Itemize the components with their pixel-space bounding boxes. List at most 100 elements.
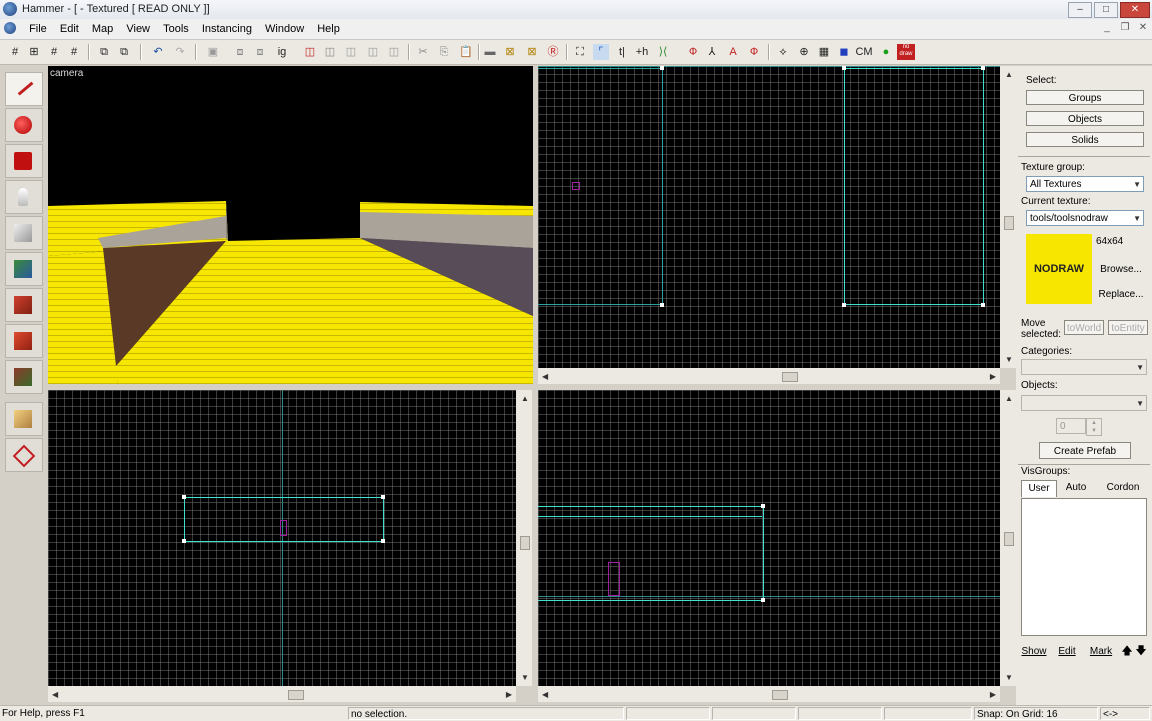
check-problems-icon[interactable]: ⅄ xyxy=(704,44,720,60)
selection-handle[interactable] xyxy=(981,303,985,307)
side-view-hscroll[interactable]: ◀ ▶ xyxy=(538,686,1000,702)
menu-tools[interactable]: Tools xyxy=(158,20,194,35)
clip-icon[interactable]: ⧈ xyxy=(252,44,268,60)
camera-viewport[interactable]: camera xyxy=(48,66,533,384)
scroll-up-icon[interactable]: ▲ xyxy=(1005,394,1013,403)
texture-application-tool[interactable] xyxy=(5,252,43,286)
overlay-tool[interactable] xyxy=(5,360,43,394)
select-by-handle-icon[interactable]: ⌜ xyxy=(593,44,609,60)
move-down-arrow-icon[interactable]: 🡇 xyxy=(1134,644,1148,659)
entity-tool[interactable] xyxy=(5,180,43,214)
toggle-nodraw-icon[interactable]: no draw xyxy=(897,44,915,60)
replace-button[interactable]: Replace... xyxy=(1098,287,1144,302)
scroll-down-icon[interactable]: ▼ xyxy=(1005,355,1013,364)
menu-file[interactable]: File xyxy=(24,20,52,35)
scroll-up-icon[interactable]: ▲ xyxy=(1005,70,1013,79)
selection-handle[interactable] xyxy=(981,66,985,70)
scroll-right-icon[interactable]: ▶ xyxy=(990,690,996,699)
scroll-thumb[interactable] xyxy=(1004,216,1014,230)
scroll-thumb[interactable] xyxy=(1004,532,1014,546)
ignore-groups-icon[interactable]: ig xyxy=(274,44,290,60)
select-solids-button[interactable]: Solids xyxy=(1026,132,1144,147)
toggle-selection-box-icon[interactable]: ⛶ xyxy=(572,44,588,60)
top-view-vscroll[interactable]: ▲ ▼ xyxy=(1000,66,1016,368)
flip-icon[interactable]: ◫ xyxy=(365,44,381,60)
objects-select[interactable]: ▼ xyxy=(1021,395,1147,411)
move-up-arrow-icon[interactable]: 🡅 xyxy=(1120,644,1134,659)
select-objects-button[interactable]: Objects xyxy=(1026,111,1144,126)
texture-scaling-lock-icon[interactable]: ◫ xyxy=(322,44,338,60)
entity-marker[interactable] xyxy=(280,520,287,536)
top-view-hscroll[interactable]: ◀ ▶ xyxy=(538,368,1000,384)
scroll-right-icon[interactable]: ▶ xyxy=(990,372,996,381)
to-world-button[interactable]: toWorld xyxy=(1064,320,1104,335)
texture-preview[interactable]: NODRAW xyxy=(1026,234,1092,304)
align-icon[interactable]: ◫ xyxy=(386,44,402,60)
ungroup-icon[interactable]: ⧉ xyxy=(116,44,132,60)
side-2d-viewport[interactable] xyxy=(538,390,1000,686)
redo-icon[interactable]: ↷ xyxy=(172,44,188,60)
selection-handle[interactable] xyxy=(381,539,385,543)
grid-toggle-icon[interactable]: # xyxy=(7,44,23,60)
menu-map[interactable]: Map xyxy=(87,20,118,35)
magnify-tool[interactable] xyxy=(5,108,43,142)
block-tool[interactable] xyxy=(5,216,43,250)
entity-report-icon[interactable]: Ф xyxy=(685,44,701,60)
rotate-icon[interactable]: ◫ xyxy=(343,44,359,60)
toggle-models-icon[interactable]: ⟡ xyxy=(775,44,791,60)
scroll-down-icon[interactable]: ▼ xyxy=(521,673,529,682)
tab-cordon[interactable]: Cordon xyxy=(1099,480,1147,496)
cordon-icon[interactable]: ⊕ xyxy=(796,44,812,60)
entity-marker[interactable] xyxy=(608,562,620,596)
menu-edit[interactable]: Edit xyxy=(55,20,84,35)
spinner-arrows-icon[interactable]: ▲ ▼ xyxy=(1086,418,1102,436)
vertex-tool[interactable] xyxy=(5,438,43,472)
to-entity-button[interactable]: toEntity xyxy=(1108,320,1148,335)
cm-toggle-icon[interactable]: CM xyxy=(854,44,874,60)
maximize-button[interactable]: □ xyxy=(1094,2,1118,18)
scroll-down-icon[interactable]: ▼ xyxy=(1005,673,1013,682)
selection-tool[interactable] xyxy=(5,72,43,106)
top-2d-viewport[interactable] xyxy=(538,66,1000,368)
group-icon[interactable]: ⧉ xyxy=(96,44,112,60)
paste-icon[interactable]: 📋 xyxy=(458,44,474,60)
radius-culling-icon[interactable]: Ⓡ xyxy=(545,44,561,60)
decal-tool[interactable] xyxy=(5,324,43,358)
camera-tool[interactable] xyxy=(5,144,43,178)
side-view-vscroll[interactable]: ▲ ▼ xyxy=(1000,390,1016,686)
select-groups-button[interactable]: Groups xyxy=(1026,90,1144,105)
tab-user[interactable]: User xyxy=(1021,480,1057,497)
edit-button[interactable]: Edit xyxy=(1054,644,1080,659)
current-texture-select[interactable]: tools/toolsnodraw ▼ xyxy=(1026,210,1144,226)
browse-button[interactable]: Browse... xyxy=(1098,262,1144,277)
toggle-3d-grid-icon[interactable]: t| xyxy=(614,44,630,60)
show-button[interactable]: Show xyxy=(1019,644,1049,659)
selection-handle[interactable] xyxy=(842,303,846,307)
tab-auto[interactable]: Auto xyxy=(1059,480,1093,496)
grid-larger-icon[interactable]: # xyxy=(46,44,62,60)
selection-handle[interactable] xyxy=(660,66,664,70)
scroll-thumb[interactable] xyxy=(782,372,798,382)
scroll-left-icon[interactable]: ◀ xyxy=(52,690,58,699)
document-icon[interactable] xyxy=(0,19,21,35)
close-button[interactable]: ✕ xyxy=(1120,2,1150,18)
mdi-minimize-button[interactable]: _ xyxy=(1100,22,1114,34)
front-view-hscroll[interactable]: ◀ ▶ xyxy=(48,686,516,702)
visgroups-list[interactable] xyxy=(1021,498,1147,636)
hide-icon[interactable]: ▬ xyxy=(482,44,498,60)
scroll-thumb[interactable] xyxy=(288,690,304,700)
auto-visgroups-icon[interactable]: ● xyxy=(878,44,894,60)
show-hidden-icon[interactable]: ⊠ xyxy=(502,44,518,60)
mark-button[interactable]: Mark xyxy=(1086,644,1116,659)
selection-handle[interactable] xyxy=(182,539,186,543)
menu-instancing[interactable]: Instancing xyxy=(197,20,257,35)
clipping-tool[interactable] xyxy=(5,402,43,436)
selection-handle[interactable] xyxy=(660,303,664,307)
selection-handle[interactable] xyxy=(842,66,846,70)
selection-handle[interactable] xyxy=(182,495,186,499)
scroll-thumb[interactable] xyxy=(772,690,788,700)
spinner-input[interactable]: 0 xyxy=(1056,418,1086,434)
menu-window[interactable]: Window xyxy=(260,20,309,35)
hide-unselected-icon[interactable]: ⊠ xyxy=(524,44,540,60)
map-properties-icon[interactable]: Ф xyxy=(746,44,762,60)
